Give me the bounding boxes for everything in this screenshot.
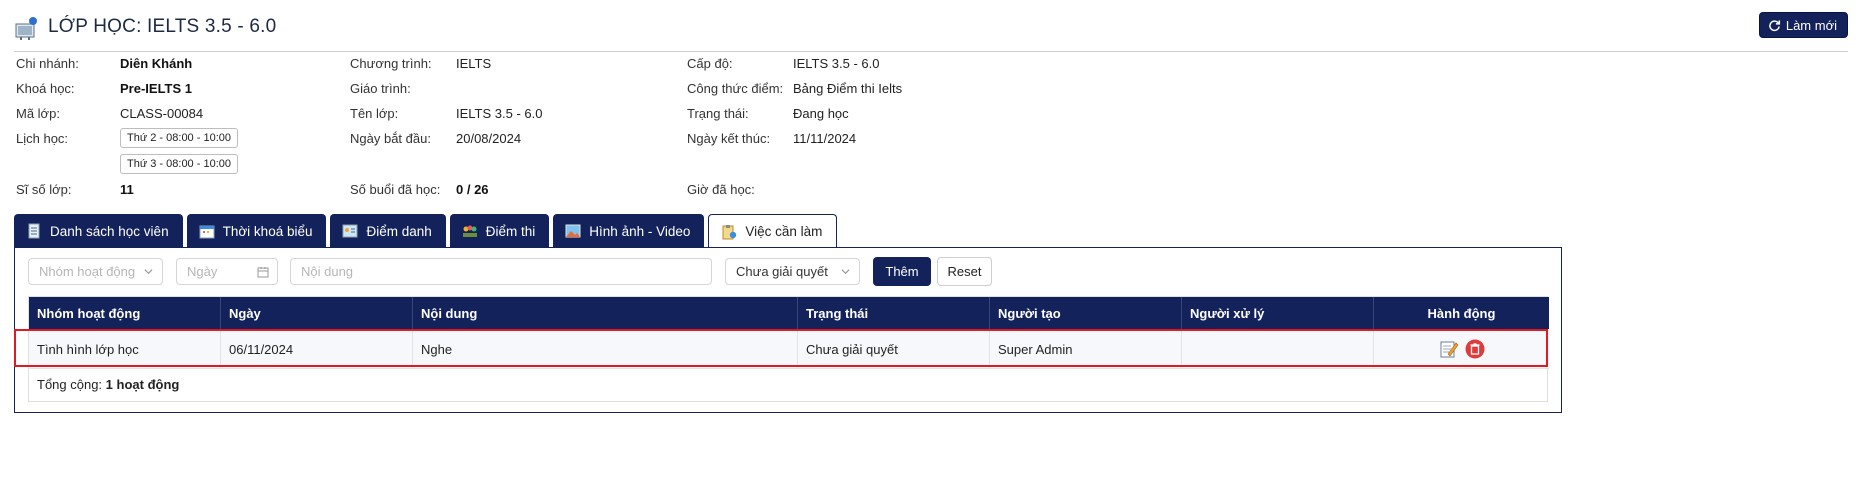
score-formula-value: Bảng Điểm thi Ielts: [793, 81, 903, 96]
group-filter-placeholder: Nhóm hoạt động: [39, 264, 136, 279]
schedule-label: Lịch học:: [16, 131, 69, 146]
course-value: Pre-IELTS 1: [120, 81, 193, 96]
date-filter-input[interactable]: Ngày: [176, 258, 278, 285]
class-size-label: Sĩ số lớp:: [16, 182, 72, 197]
level-value: IELTS 3.5 - 6.0: [793, 56, 880, 71]
exam-score-icon: [462, 225, 477, 237]
column-header: Người tạo: [990, 297, 1182, 329]
course-label: Khoá học:: [16, 81, 75, 96]
cell-content: Nghe: [413, 329, 798, 369]
chevron-down-icon: [841, 269, 850, 275]
score-formula-label: Công thức điểm:: [687, 81, 784, 96]
cell-group: Tình hình lớp học: [29, 329, 221, 369]
cell-status: Chưa giải quyết: [798, 329, 990, 369]
tab-bar: Danh sách học viên Thời khoá biểu Điểm d…: [14, 214, 838, 249]
tab-attendance[interactable]: Điểm danh: [330, 214, 446, 248]
attendance-icon: [342, 224, 358, 238]
start-date-value: 20/08/2024: [456, 131, 522, 146]
column-header: Trạng thái: [798, 297, 990, 329]
curriculum-label: Giáo trình:: [350, 81, 411, 96]
edit-icon[interactable]: [1439, 339, 1459, 359]
chevron-down-icon: [144, 269, 153, 275]
program-label: Chương trình:: [350, 56, 432, 71]
status-label: Trạng thái:: [687, 106, 749, 121]
tab-label: Điểm thi: [485, 223, 536, 239]
end-date-value: 11/11/2024: [793, 131, 857, 146]
tab-label: Danh sách học viên: [50, 223, 169, 239]
reset-button[interactable]: Reset: [937, 257, 992, 286]
schedule-chip: Thứ 3 - 08:00 - 10:00: [120, 154, 238, 174]
page-header: LỚP HỌC: IELTS 3.5 - 6.0 Làm mới: [14, 12, 1848, 52]
status-filter-value: Chưa giải quyết: [736, 264, 828, 279]
status-value: Đang học: [793, 106, 849, 121]
tab-label: Việc cần làm: [745, 224, 823, 239]
column-header: Người xử lý: [1182, 297, 1374, 329]
class-code-label: Mã lớp:: [16, 106, 60, 121]
cell-creator: Super Admin: [990, 329, 1182, 369]
tab-todo[interactable]: Việc cần làm: [708, 214, 838, 249]
content-filter-placeholder: Nội dung: [301, 264, 354, 279]
tab-label: Thời khoá biểu: [222, 223, 313, 239]
classroom-icon: [15, 17, 37, 40]
page-title: LỚP HỌC: IELTS 3.5 - 6.0: [48, 16, 277, 37]
total-prefix: Tổng cộng:: [37, 377, 103, 392]
class-name-value: IELTS 3.5 - 6.0: [456, 106, 543, 121]
status-filter-select[interactable]: Chưa giải quyết: [725, 258, 860, 285]
sessions-label: Số buổi đã học:: [350, 182, 441, 197]
sessions-value: 0 / 26: [456, 182, 489, 197]
todo-table: Nhóm hoạt động Ngày Nội dung Trạng thái …: [28, 296, 1549, 402]
student-list-icon: [28, 223, 40, 239]
start-date-label: Ngày bắt đầu:: [350, 131, 431, 146]
todo-icon: [722, 224, 737, 239]
hours-label: Giờ đã học:: [687, 182, 755, 197]
tab-timetable[interactable]: Thời khoá biểu: [186, 214, 327, 248]
schedule-chip: Thứ 2 - 08:00 - 10:00: [120, 128, 238, 148]
column-header: Nội dung: [413, 297, 798, 329]
tab-label: Điểm danh: [366, 223, 432, 239]
content-filter-input[interactable]: Nội dung: [290, 258, 712, 285]
level-label: Cấp độ:: [687, 56, 733, 71]
calendar-icon: [199, 225, 215, 239]
class-code-value: CLASS-00084: [120, 106, 204, 121]
add-button[interactable]: Thêm: [873, 257, 931, 286]
class-name-label: Tên lớp:: [350, 106, 399, 121]
group-filter-select[interactable]: Nhóm hoạt động: [28, 258, 163, 285]
column-header: Nhóm hoạt động: [29, 297, 221, 329]
column-header: Ngày: [221, 297, 413, 329]
branch-value: Diên Khánh: [120, 56, 193, 71]
refresh-button[interactable]: Làm mới: [1758, 12, 1848, 38]
branch-label: Chi nhánh:: [16, 56, 79, 71]
cell-date: 06/11/2024: [221, 329, 413, 369]
column-header: Hành động: [1427, 305, 1496, 321]
cell-actions: [1374, 329, 1549, 369]
delete-icon[interactable]: [1465, 339, 1485, 359]
refresh-label: Làm mới: [1785, 17, 1837, 33]
tab-media[interactable]: Hình ảnh - Video: [553, 214, 705, 248]
refresh-icon: [1769, 19, 1780, 31]
cell-handler: [1182, 329, 1374, 369]
table-header: Nhóm hoạt động Ngày Nội dung Trạng thái …: [29, 297, 1549, 329]
class-size-value: 11: [120, 182, 134, 197]
tab-student-list[interactable]: Danh sách học viên: [14, 214, 183, 248]
table-row[interactable]: Tình hình lớp học 06/11/2024 Nghe Chưa g…: [29, 329, 1549, 369]
calendar-icon: [257, 267, 269, 278]
image-icon: [565, 224, 581, 238]
tab-label: Hình ảnh - Video: [589, 223, 691, 239]
total-value: 1 hoạt động: [105, 377, 180, 392]
todo-panel: Nhóm hoạt động Ngày Nội dung Chưa giải q…: [14, 247, 1562, 413]
date-filter-placeholder: Ngày: [187, 264, 218, 279]
end-date-label: Ngày kết thúc:: [687, 131, 771, 146]
table-total: Tổng cộng: 1 hoạt động: [37, 377, 179, 392]
program-value: IELTS: [456, 56, 492, 71]
tab-exam-score[interactable]: Điểm thi: [449, 214, 550, 248]
